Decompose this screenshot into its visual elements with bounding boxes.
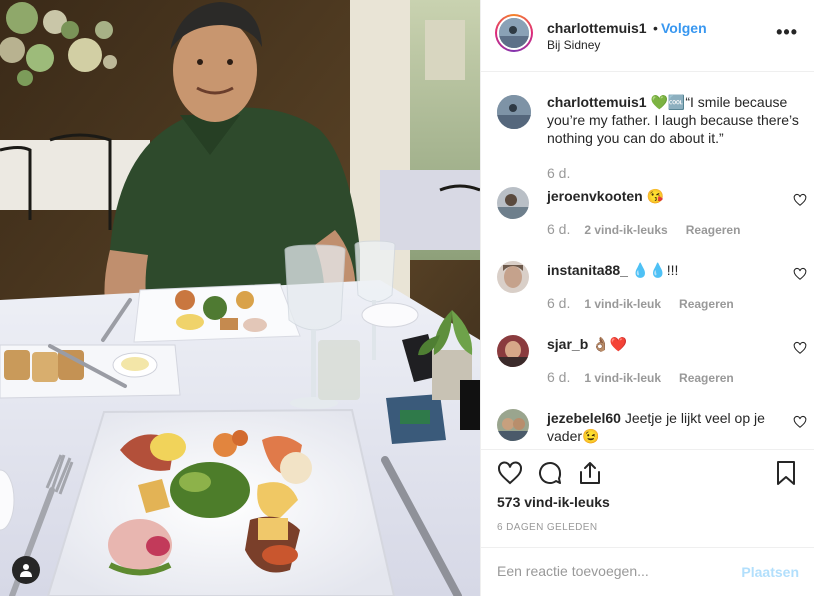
comment-username[interactable]: instanita88_ bbox=[547, 262, 628, 278]
comment-avatar[interactable] bbox=[497, 187, 529, 219]
comment-like-heart-icon[interactable] bbox=[793, 267, 807, 281]
user-tag-icon[interactable] bbox=[12, 556, 40, 584]
comment-text: jezebelel60 Jeetje je lijkt veel op je v… bbox=[547, 409, 781, 445]
comment-like-heart-icon[interactable] bbox=[793, 415, 807, 429]
comment-avatar[interactable] bbox=[497, 409, 529, 441]
restaurant-photo bbox=[0, 0, 480, 596]
comment-avatar[interactable] bbox=[497, 261, 529, 293]
comment-icon[interactable] bbox=[537, 460, 563, 486]
comments-list[interactable]: charlottemuis1 💚🆒“I smile because you’re… bbox=[481, 73, 814, 449]
cigarette-pack bbox=[386, 394, 446, 444]
comment-reply-button[interactable]: Reageren bbox=[679, 297, 734, 311]
post-photo[interactable] bbox=[0, 0, 480, 596]
comment-likes-count[interactable]: 2 vind-ik-leuks bbox=[584, 223, 667, 237]
comment-item: instanita88_ 💧💧!!! 6 d. 1 vind-ik-leuk Rea… bbox=[497, 261, 807, 321]
comment-body: 💧💧!!! bbox=[631, 262, 679, 278]
comment-item: jezebelel60 Jeetje je lijkt veel op je v… bbox=[497, 409, 807, 449]
action-icons bbox=[497, 460, 799, 486]
comment-input[interactable] bbox=[497, 563, 727, 579]
caption-avatar[interactable] bbox=[497, 95, 531, 129]
comment-timestamp[interactable]: 6 d. bbox=[547, 369, 570, 385]
comment-username[interactable]: jeroenvkooten bbox=[547, 188, 643, 204]
comment-username[interactable]: jezebelel60 bbox=[547, 410, 621, 426]
bookmark-icon[interactable] bbox=[773, 460, 799, 486]
post-location[interactable]: Bij Sidney bbox=[547, 38, 600, 52]
comment-likes-count[interactable]: 1 vind-ik-leuk bbox=[584, 371, 661, 385]
comment-meta: 6 d. 2 vind-ik-leuks Reageren bbox=[547, 221, 740, 237]
heart-icon[interactable] bbox=[497, 460, 523, 486]
comment-like-heart-icon[interactable] bbox=[793, 341, 807, 355]
post-comment-button[interactable]: Plaatsen bbox=[741, 564, 799, 580]
add-comment-bar: Plaatsen bbox=[481, 547, 814, 596]
separator-dot: • bbox=[653, 20, 658, 36]
comment-body: 😘 bbox=[646, 188, 665, 204]
bread-slices bbox=[4, 350, 84, 382]
likes-count[interactable]: 573 vind-ik-leuks bbox=[497, 494, 610, 510]
comment-reply-button[interactable]: Reageren bbox=[679, 371, 734, 385]
comment-username[interactable]: sjar_b bbox=[547, 336, 588, 352]
comment-meta: 6 d. 1 vind-ik-leuk Reageren bbox=[547, 295, 734, 311]
post-header: charlottemuis1 • Volgen Bij Sidney ••• bbox=[481, 0, 814, 72]
comment-meta: 6 d. 1 vind-ik-leuk Reageren bbox=[547, 369, 734, 385]
post-timestamp[interactable]: 6 DAGEN GELEDEN bbox=[497, 522, 597, 533]
caption-username[interactable]: charlottemuis1 bbox=[547, 94, 647, 110]
more-options-icon[interactable]: ••• bbox=[776, 22, 798, 43]
comment-item: jeroenvkooten 😘 6 d. 2 vind-ik-leuks Reage… bbox=[497, 187, 807, 247]
comment-item: sjar_b 👌🏽❤️ 6 d. 1 vind-ik-leuk Reageren bbox=[497, 335, 807, 395]
comment-reply-button[interactable]: Reageren bbox=[686, 223, 741, 237]
caption-timestamp[interactable]: 6 d. bbox=[547, 165, 570, 181]
comment-likes-count[interactable]: 1 vind-ik-leuk bbox=[584, 297, 661, 311]
comment-text: instanita88_ 💧💧!!! bbox=[547, 261, 781, 279]
follow-button[interactable]: Volgen bbox=[661, 20, 707, 36]
caption-emoji: 💚🆒 bbox=[650, 94, 686, 110]
post-actions: 573 vind-ik-leuks 6 DAGEN GELEDEN bbox=[481, 449, 814, 547]
profile-picture bbox=[499, 18, 529, 48]
comment-like-heart-icon[interactable] bbox=[793, 193, 807, 207]
comment-body: 👌🏽❤️ bbox=[592, 336, 628, 352]
caption-text: charlottemuis1 💚🆒“I smile because you’re… bbox=[547, 93, 803, 147]
post-side-panel: charlottemuis1 • Volgen Bij Sidney ••• c… bbox=[480, 0, 814, 596]
comment-text: jeroenvkooten 😘 bbox=[547, 187, 781, 205]
avatar[interactable] bbox=[495, 14, 533, 52]
comment-timestamp[interactable]: 6 d. bbox=[547, 295, 570, 311]
comment-text: sjar_b 👌🏽❤️ bbox=[547, 335, 781, 353]
share-icon[interactable] bbox=[577, 460, 603, 486]
comment-timestamp[interactable]: 6 d. bbox=[547, 221, 570, 237]
comment-avatar[interactable] bbox=[497, 335, 529, 367]
post-author-username[interactable]: charlottemuis1 bbox=[547, 20, 647, 36]
